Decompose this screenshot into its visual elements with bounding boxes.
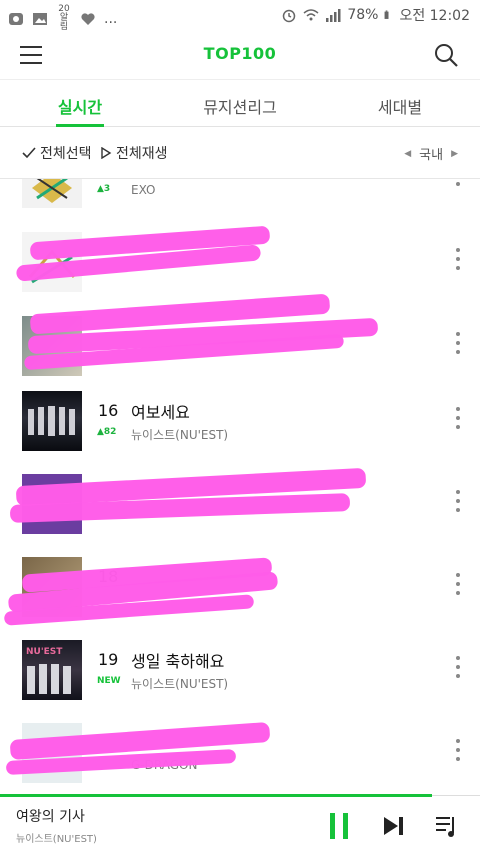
mini-player[interactable]: 여왕의 기사 뉴이스트(NU'EST) (0, 794, 480, 853)
rank-change: ▲82 (97, 427, 117, 437)
playback-progress[interactable] (0, 794, 432, 797)
gallery-icon (33, 12, 47, 25)
rank-change: NEW (97, 676, 121, 686)
more-options-icon[interactable] (454, 407, 462, 435)
chart-tabs: 실시간 뮤지션리그 세대별 (0, 80, 480, 127)
more-options-icon[interactable] (454, 656, 462, 684)
chart-list: ▲3 EXO 16 ▲82 여보세요 뉴이스트(NU'EST) NU'EST 1… (0, 179, 480, 795)
tab-generation[interactable]: 세대별 (320, 80, 480, 126)
status-bar: 20 알림 ... 78% 오전 12:02 (0, 0, 480, 32)
region-label: 국내 (419, 148, 444, 163)
list-item[interactable]: ▲3 EXO (0, 179, 480, 220)
play-all-button[interactable]: 전체재생 (100, 143, 168, 163)
alarm-icon (283, 9, 296, 23)
rank-number: 16 (98, 401, 119, 420)
region-selector[interactable]: ◀ 국내 ▶ (404, 144, 458, 163)
song-title: 여보세요 (131, 403, 190, 422)
wifi-icon (303, 9, 319, 21)
artist-name: 뉴이스트(NU'EST) (131, 677, 229, 691)
pause-icon[interactable] (326, 811, 354, 841)
list-item[interactable]: 16 ▲82 여보세요 뉴이스트(NU'EST) (0, 379, 480, 463)
now-playing-artist: 뉴이스트(NU'EST) (16, 834, 97, 845)
more-options-icon[interactable] (454, 739, 462, 767)
list-toolbar: 전체선택 전체재생 ◀ 국내 ▶ (0, 127, 480, 179)
rank-change: ▲3 (97, 184, 111, 194)
more-notifications: ... (104, 10, 118, 27)
more-options-icon[interactable] (454, 248, 462, 276)
artist-name: 뉴이스트(NU'EST) (131, 428, 229, 442)
notification-app-icon (9, 12, 23, 25)
tab-realtime[interactable]: 실시간 (0, 80, 160, 127)
now-playing-title: 여왕의 기사 (16, 809, 85, 825)
page-title: TOP100 (203, 44, 277, 63)
artist-name: EXO (131, 183, 156, 197)
album-art: NU'EST (22, 640, 82, 700)
select-all-label: 전체선택 (40, 146, 92, 162)
play-outline-icon (101, 147, 112, 159)
battery-percent: 78% (347, 7, 379, 23)
notification-count: 20 알림 (58, 4, 70, 32)
prev-region-icon[interactable]: ◀ (404, 149, 411, 159)
skip-next-icon[interactable] (380, 811, 408, 841)
battery-icon (385, 10, 389, 19)
more-options-icon[interactable] (454, 179, 462, 192)
app-header: TOP100 (0, 30, 480, 80)
tab-musician-league[interactable]: 뮤지션리그 (160, 80, 320, 126)
select-all-button[interactable]: 전체선택 (22, 143, 92, 163)
rank-number: 19 (98, 650, 119, 669)
search-icon[interactable] (432, 41, 460, 69)
next-region-icon[interactable]: ▶ (451, 149, 458, 159)
more-options-icon[interactable] (454, 332, 462, 360)
album-art (22, 391, 82, 451)
heart-icon (81, 12, 95, 25)
signal-icon (326, 9, 341, 22)
clock: 오전 12:02 (399, 8, 470, 24)
checkmark-icon (22, 147, 36, 159)
more-options-icon[interactable] (454, 573, 462, 601)
playlist-icon[interactable] (434, 811, 462, 841)
play-all-label: 전체재생 (116, 146, 168, 162)
list-item[interactable]: NU'EST 19 NEW 생일 축하해요 뉴이스트(NU'EST) (0, 628, 480, 712)
svg-text:NU'EST: NU'EST (26, 647, 63, 657)
album-art (22, 179, 82, 208)
song-title: 생일 축하해요 (131, 652, 225, 671)
more-options-icon[interactable] (454, 490, 462, 518)
